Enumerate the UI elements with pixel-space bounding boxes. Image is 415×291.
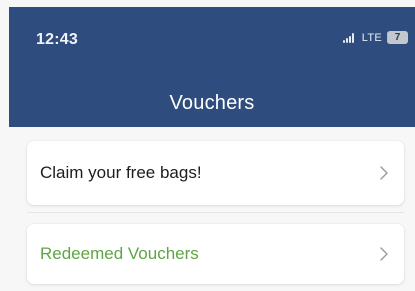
status-time: 12:43 (36, 31, 78, 48)
page-title: Vouchers (169, 92, 255, 114)
status-bar: 12:43 LTE 7 (9, 7, 415, 48)
list-divider (27, 212, 404, 213)
status-indicators: LTE 7 (342, 31, 408, 44)
battery-icon: 7 (387, 31, 408, 44)
signal-strength-icon (342, 32, 357, 43)
battery-level-label: 7 (394, 32, 401, 43)
claim-free-bags-label: Claim your free bags! (40, 163, 202, 182)
redeemed-vouchers-label: Redeemed Vouchers (40, 244, 199, 263)
network-type-label: LTE (361, 31, 382, 44)
chevron-right-icon (380, 247, 388, 261)
claim-free-bags-item[interactable]: Claim your free bags! (27, 141, 404, 205)
redeemed-vouchers-item[interactable]: Redeemed Vouchers (27, 224, 404, 284)
chevron-right-icon (380, 166, 388, 180)
app-header: 12:43 LTE 7 Vouchers (9, 7, 415, 127)
vouchers-screen: 12:43 LTE 7 Vouchers Claim your free bag… (0, 0, 415, 291)
